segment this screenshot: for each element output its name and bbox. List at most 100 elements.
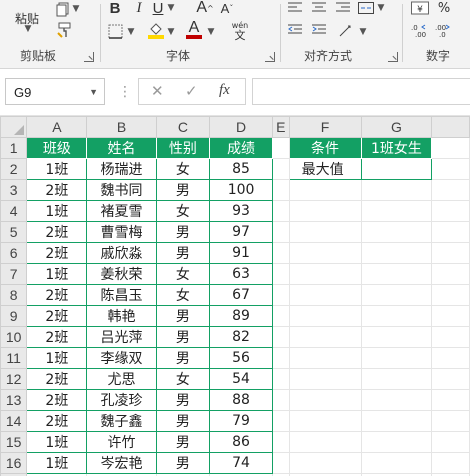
- merge-center-button[interactable]: [356, 0, 376, 16]
- cell[interactable]: [288, 431, 362, 453]
- criteria-header-value[interactable]: 1班女生: [360, 137, 433, 159]
- cell[interactable]: [360, 347, 433, 369]
- cell-name[interactable]: 韩艳: [86, 305, 157, 327]
- cell-score[interactable]: 54: [209, 368, 273, 390]
- cell-class[interactable]: 1班: [26, 452, 88, 474]
- cell-score[interactable]: 91: [209, 242, 273, 264]
- cell[interactable]: [360, 284, 433, 306]
- copy-button[interactable]: ▼: [54, 0, 80, 18]
- cell[interactable]: [271, 368, 290, 390]
- cell[interactable]: [431, 410, 470, 432]
- fill-color-button[interactable]: [146, 20, 166, 40]
- cell-score[interactable]: 86: [209, 431, 273, 453]
- cell-gender[interactable]: 男: [155, 452, 211, 474]
- decrease-indent-button[interactable]: [286, 22, 304, 38]
- cell-score[interactable]: 85: [209, 158, 273, 180]
- font-color-button[interactable]: A: [184, 18, 204, 40]
- cell[interactable]: [431, 242, 470, 264]
- cell-score[interactable]: 88: [209, 389, 273, 411]
- cell-name[interactable]: 戚欣淼: [86, 242, 157, 264]
- cell[interactable]: [271, 200, 290, 222]
- cell-gender[interactable]: 男: [155, 389, 211, 411]
- cell[interactable]: [431, 284, 470, 306]
- cell[interactable]: [288, 179, 362, 201]
- header-cell-name[interactable]: 姓名: [86, 137, 157, 159]
- cell[interactable]: [431, 179, 470, 201]
- cell[interactable]: [271, 221, 290, 243]
- decrease-decimal-button[interactable]: .00.0: [434, 22, 454, 38]
- increase-indent-button[interactable]: [310, 22, 328, 38]
- header-cell-gender[interactable]: 性别: [155, 137, 211, 159]
- cell[interactable]: [271, 431, 290, 453]
- cell-class[interactable]: 1班: [26, 158, 88, 180]
- cell[interactable]: [431, 431, 470, 453]
- header-cell-score[interactable]: 成绩: [209, 137, 273, 159]
- cell-gender[interactable]: 男: [155, 179, 211, 201]
- row-header[interactable]: 8: [0, 284, 28, 306]
- row-header[interactable]: 4: [0, 200, 28, 222]
- cell-class[interactable]: 2班: [26, 368, 88, 390]
- cell[interactable]: [360, 179, 433, 201]
- cell[interactable]: [431, 368, 470, 390]
- align-right-button[interactable]: [334, 0, 352, 16]
- cell[interactable]: [288, 410, 362, 432]
- cell-name[interactable]: 褚夏雪: [86, 200, 157, 222]
- cell-gender[interactable]: 女: [155, 158, 211, 180]
- row-header[interactable]: 16: [0, 452, 28, 474]
- borders-dropdown[interactable]: ▼: [126, 26, 136, 38]
- cell[interactable]: [431, 221, 470, 243]
- cell[interactable]: [360, 410, 433, 432]
- shrink-font-button[interactable]: Aˇ: [216, 0, 238, 16]
- cell[interactable]: [431, 305, 470, 327]
- cell[interactable]: [360, 221, 433, 243]
- cell-class[interactable]: 2班: [26, 242, 88, 264]
- grow-font-button[interactable]: A ^: [194, 0, 216, 16]
- cell[interactable]: [271, 179, 290, 201]
- column-header-a[interactable]: A: [26, 116, 88, 138]
- row-header[interactable]: 7: [0, 263, 28, 285]
- alignment-dialog-launcher[interactable]: [388, 52, 398, 62]
- cell-name[interactable]: 尤思: [86, 368, 157, 390]
- cell-class[interactable]: 2班: [26, 389, 88, 411]
- cell-name[interactable]: 李缘双: [86, 347, 157, 369]
- cell-score[interactable]: 79: [209, 410, 273, 432]
- borders-button[interactable]: [106, 22, 124, 40]
- cell-gender[interactable]: 男: [155, 410, 211, 432]
- clipboard-dialog-launcher[interactable]: [84, 52, 94, 62]
- cell-class[interactable]: 2班: [26, 410, 88, 432]
- bold-button[interactable]: B: [106, 0, 124, 17]
- cell-gender[interactable]: 女: [155, 263, 211, 285]
- cell[interactable]: [288, 326, 362, 348]
- row-header[interactable]: 5: [0, 221, 28, 243]
- orientation-button[interactable]: [336, 22, 356, 40]
- align-left-button[interactable]: [286, 0, 304, 16]
- cell-name[interactable]: 姜秋荣: [86, 263, 157, 285]
- cell[interactable]: [271, 452, 290, 474]
- cell[interactable]: [288, 200, 362, 222]
- cell-class[interactable]: 1班: [26, 347, 88, 369]
- cell[interactable]: [360, 452, 433, 474]
- cell[interactable]: [431, 326, 470, 348]
- insert-function-icon[interactable]: fx: [219, 82, 230, 99]
- cell-name[interactable]: 吕光萍: [86, 326, 157, 348]
- cell-score[interactable]: 93: [209, 200, 273, 222]
- row-header[interactable]: 11: [0, 347, 28, 369]
- criteria-result[interactable]: [360, 158, 433, 180]
- cell[interactable]: [288, 368, 362, 390]
- cell-name[interactable]: 魏书同: [86, 179, 157, 201]
- cell-score[interactable]: 56: [209, 347, 273, 369]
- cell[interactable]: [271, 305, 290, 327]
- cell-score[interactable]: 63: [209, 263, 273, 285]
- cell-gender[interactable]: 男: [155, 221, 211, 243]
- underline-button[interactable]: U: [150, 0, 166, 17]
- cell[interactable]: [431, 347, 470, 369]
- cell-gender[interactable]: 女: [155, 284, 211, 306]
- select-all-button[interactable]: [0, 116, 28, 138]
- cell[interactable]: [271, 410, 290, 432]
- cell-name[interactable]: 孔凌珍: [86, 389, 157, 411]
- column-header-e[interactable]: E: [271, 116, 290, 138]
- row-header[interactable]: 10: [0, 326, 28, 348]
- cell[interactable]: [360, 368, 433, 390]
- row-header[interactable]: 14: [0, 410, 28, 432]
- cell-gender[interactable]: 男: [155, 305, 211, 327]
